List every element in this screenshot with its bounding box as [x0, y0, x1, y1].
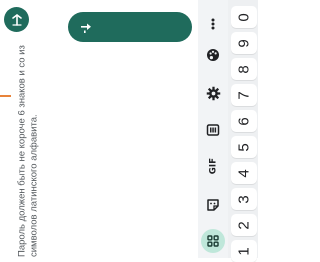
key-8[interactable]: 8 [231, 58, 257, 80]
password-hint-text: Пароль должен быть не короче 6 знаков и … [16, 45, 40, 257]
key-1[interactable]: 1 [231, 240, 257, 262]
key-label: 0 [235, 12, 253, 22]
palette-icon [207, 49, 219, 61]
primary-action-button[interactable] [68, 12, 192, 42]
keyboard-toolbar: GIF [198, 0, 228, 258]
key-label: 9 [235, 38, 253, 48]
apps-button[interactable] [198, 226, 228, 256]
clipboard-button[interactable] [198, 115, 228, 145]
apps-button-background [201, 229, 225, 253]
key-2[interactable]: 2 [231, 214, 257, 236]
gif-label: GIF [207, 157, 218, 175]
back-arrow-icon [11, 13, 22, 26]
key-label: 6 [235, 116, 253, 126]
cursor-icon [81, 23, 91, 33]
key-label: 3 [235, 194, 253, 204]
key-6[interactable]: 6 [231, 110, 257, 132]
key-label: 8 [235, 64, 253, 74]
gif-button[interactable]: GIF [198, 151, 228, 181]
number-row: 0 9 8 7 6 5 4 3 2 1 [228, 0, 258, 262]
gear-icon [206, 86, 220, 100]
key-4[interactable]: 4 [231, 162, 257, 184]
clipboard-icon [206, 124, 220, 136]
apps-grid-icon [207, 235, 219, 247]
key-label: 7 [235, 90, 253, 100]
key-label: 5 [235, 142, 253, 152]
sticker-icon [207, 199, 219, 211]
key-label: 4 [235, 168, 253, 178]
key-3[interactable]: 3 [231, 188, 257, 210]
back-button[interactable] [4, 7, 29, 32]
more-vertical-icon [211, 18, 215, 30]
key-9[interactable]: 9 [231, 32, 257, 54]
theme-button[interactable] [198, 40, 228, 70]
settings-button[interactable] [198, 78, 228, 108]
key-label: 1 [235, 246, 253, 256]
screen-content: Пароль должен быть не короче 6 знаков и … [0, 0, 198, 258]
key-label: 2 [235, 220, 253, 230]
sticker-button[interactable] [198, 190, 228, 220]
key-7[interactable]: 7 [231, 84, 257, 106]
input-underline [0, 95, 11, 97]
more-button[interactable] [198, 9, 228, 39]
key-0[interactable]: 0 [231, 6, 257, 28]
key-5[interactable]: 5 [231, 136, 257, 158]
